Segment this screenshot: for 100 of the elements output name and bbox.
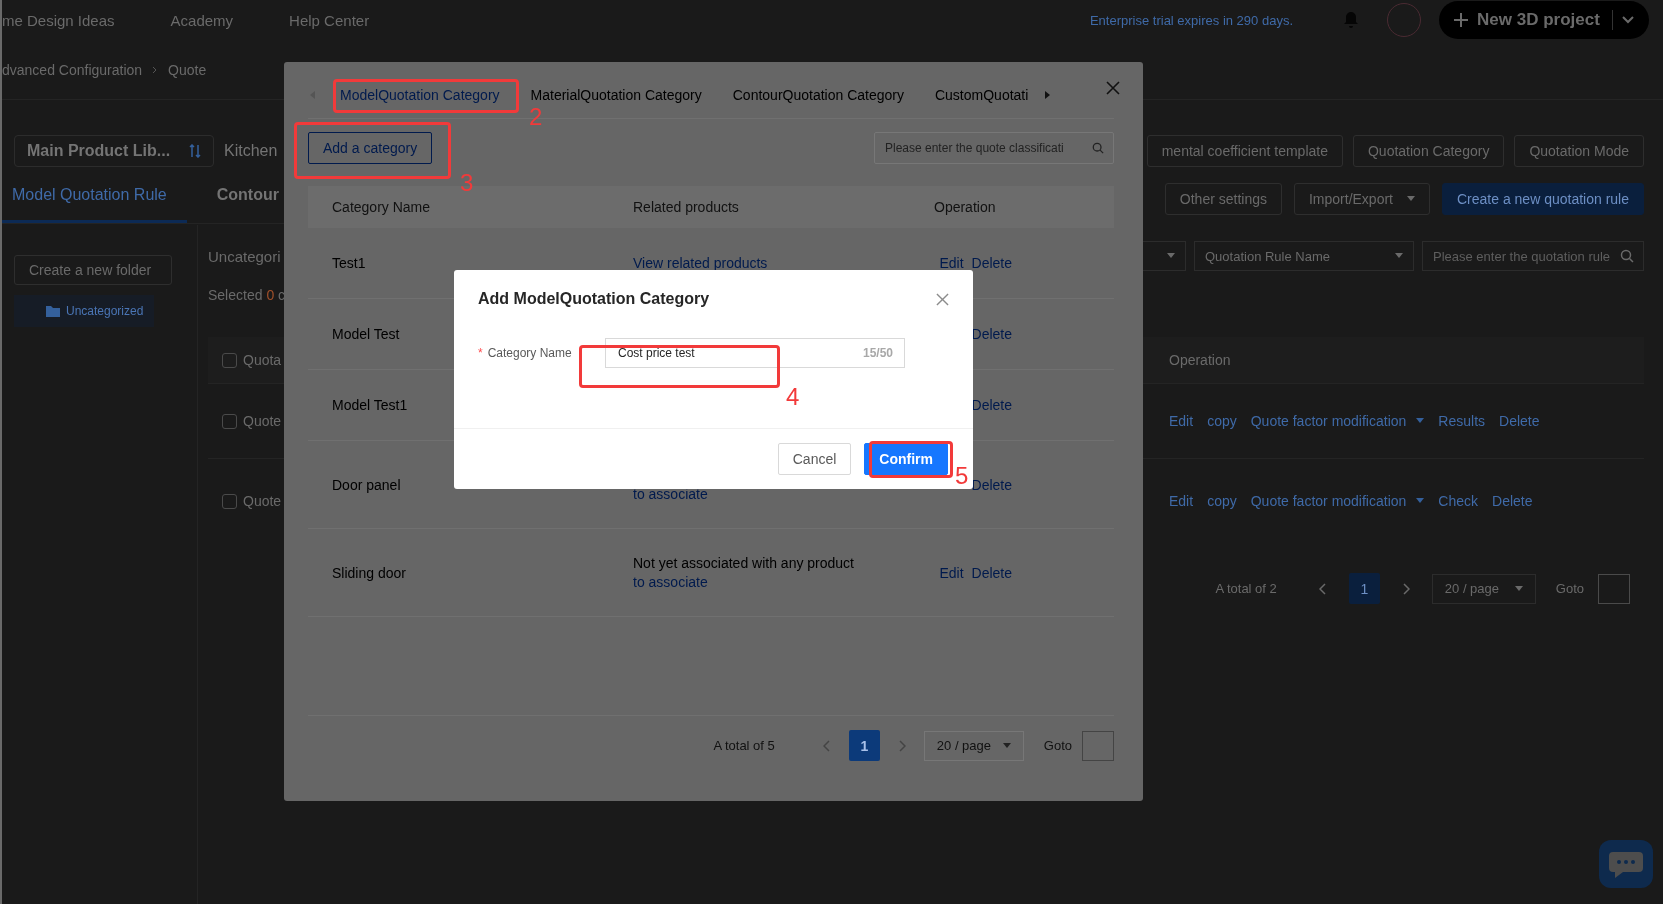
associate-link[interactable]: to associate [633, 486, 910, 502]
annotation-number: 2 [529, 105, 543, 129]
action-link[interactable]: Edit [1169, 413, 1194, 429]
page-size-select[interactable]: 20 / page [1431, 573, 1536, 604]
close-icon[interactable] [1106, 81, 1120, 95]
annotation-number: 5 [955, 464, 969, 488]
folder-item[interactable]: Uncategorized [14, 295, 154, 327]
dialog-title: Add ModelQuotation Category [478, 290, 710, 308]
field-label: Category Name [487, 346, 572, 360]
column-header: Operation [1169, 352, 1232, 368]
column-header: Related products [632, 199, 740, 215]
associate-link[interactable]: to associate [633, 574, 910, 590]
total-count: A total of 2 [1215, 581, 1277, 596]
close-icon[interactable] [936, 292, 949, 306]
library-select[interactable]: Main Product Lib... [14, 135, 214, 167]
previous-page-icon[interactable] [1318, 582, 1327, 595]
table-cell-text: Door panel [331, 476, 402, 493]
search-field[interactable]: Please enter the quotation rule [1422, 241, 1644, 271]
dialog-button[interactable]: Cancel [777, 443, 852, 475]
action-link[interactable]: copy [1207, 413, 1237, 429]
new-folder-button[interactable]: Create a new folder [14, 255, 172, 285]
breadcrumb-item[interactable]: Quote [168, 61, 207, 78]
search-icon[interactable] [1092, 142, 1104, 154]
header-button[interactable]: Quotation Category [1352, 135, 1505, 167]
action-link[interactable]: copy [1207, 493, 1237, 509]
caret-icon [1395, 253, 1403, 259]
checkbox[interactable] [222, 413, 237, 429]
character-count: 15/50 [862, 346, 893, 360]
checkbox[interactable] [222, 352, 237, 368]
annotation-number: 3 [460, 171, 474, 195]
annotation-number: 4 [786, 385, 800, 409]
swap-icon[interactable] [189, 144, 201, 158]
action-link[interactable]: Edit [939, 564, 964, 581]
header-button[interactable]: mental coefficient template [1146, 135, 1343, 167]
category-tab[interactable]: ModelQuotation Category [340, 85, 500, 105]
nav-link[interactable]: Academy [170, 11, 234, 29]
table-cell-text: Test1 [331, 255, 367, 271]
selection-count: Selected 0 c [208, 287, 286, 303]
chevron-icon [152, 65, 159, 74]
table-cell: Quote [243, 413, 282, 429]
nav-link[interactable]: Help Center [289, 11, 370, 29]
table-cell-text: Sliding door [331, 564, 407, 581]
page-size-select[interactable]: 20 / page [923, 730, 1024, 761]
action-link[interactable]: Delete [1492, 493, 1533, 509]
column-header: Operation [933, 199, 997, 215]
caret-icon [1416, 498, 1425, 504]
action-link[interactable]: Quote factor modification [1250, 493, 1425, 509]
chat-icon[interactable] [1599, 840, 1653, 888]
action-link[interactable]: Results [1438, 413, 1486, 429]
action-link[interactable]: Delete [971, 255, 1012, 271]
add-category-button[interactable]: Add a category [308, 132, 433, 164]
plus-icon [1453, 12, 1469, 28]
previous-page-icon[interactable] [822, 739, 831, 752]
goto-label: Goto [1555, 581, 1584, 596]
checkbox[interactable] [222, 493, 237, 509]
toolbar-button[interactable]: Other settings [1164, 183, 1282, 215]
chevron-down-icon[interactable] [1620, 15, 1635, 25]
category-tab[interactable]: ContourQuotation Category [732, 85, 904, 105]
total-count: A total of 5 [713, 738, 775, 753]
header-button[interactable]: Quotation Mode [1514, 135, 1644, 167]
action-link[interactable]: Delete [971, 326, 1012, 342]
breadcrumb-item[interactable]: dvanced Configuration [2, 61, 143, 78]
action-link[interactable]: Edit [1169, 493, 1194, 509]
column-header: Quota [243, 352, 282, 368]
caret-icon [1002, 742, 1011, 749]
search-field[interactable]: Please enter the quote classificati [874, 132, 1114, 164]
scroll-right-icon[interactable] [1045, 91, 1051, 99]
action-link[interactable]: Delete [971, 397, 1012, 413]
rule-tab[interactable]: Model Quotation Rule [2, 177, 187, 223]
goto-field[interactable] [1082, 730, 1114, 761]
next-page-icon[interactable] [1401, 582, 1410, 595]
trial-notice: Enterprise trial expires in 290 days. [1089, 12, 1293, 28]
toolbar-button[interactable]: Create a new quotation rule [1442, 183, 1644, 215]
required-mark: * [478, 346, 483, 360]
next-page-icon[interactable] [897, 739, 906, 752]
search-icon[interactable] [1620, 249, 1634, 263]
action-link[interactable]: Check [1438, 493, 1479, 509]
table-cell-text: Model Test [331, 326, 401, 342]
caret-icon [1167, 253, 1175, 259]
library-tab[interactable]: Kitchen [224, 142, 278, 160]
related-products-link[interactable]: View related products [633, 255, 768, 271]
caret-icon [1514, 585, 1523, 592]
action-link[interactable]: Delete [971, 564, 1012, 581]
folder-title: Uncategori [208, 247, 281, 265]
nav-link[interactable]: me Design Ideas [2, 11, 115, 29]
action-link[interactable]: Quote factor modification [1250, 413, 1425, 429]
category-tab[interactable]: MaterialQuotation Category [530, 85, 702, 105]
filter-select[interactable]: Quotation Rule Name [1194, 241, 1414, 271]
page-button[interactable]: 1 [1348, 573, 1380, 604]
action-link[interactable]: Edit [939, 255, 964, 271]
new-project-button[interactable]: New 3D project [1439, 1, 1649, 39]
goto-label: Goto [1043, 738, 1072, 753]
page-button[interactable]: 1 [848, 730, 880, 761]
goto-field[interactable] [1598, 573, 1630, 604]
action-link[interactable]: Delete [1499, 413, 1540, 429]
toolbar-button[interactable]: Import/Export [1293, 183, 1430, 215]
category-tab[interactable]: CustomQuotati [934, 85, 1029, 105]
dialog-button[interactable]: Confirm [864, 443, 948, 475]
table-cell-text: Model Test1 [331, 397, 409, 413]
action-link[interactable]: Delete [971, 476, 1012, 493]
